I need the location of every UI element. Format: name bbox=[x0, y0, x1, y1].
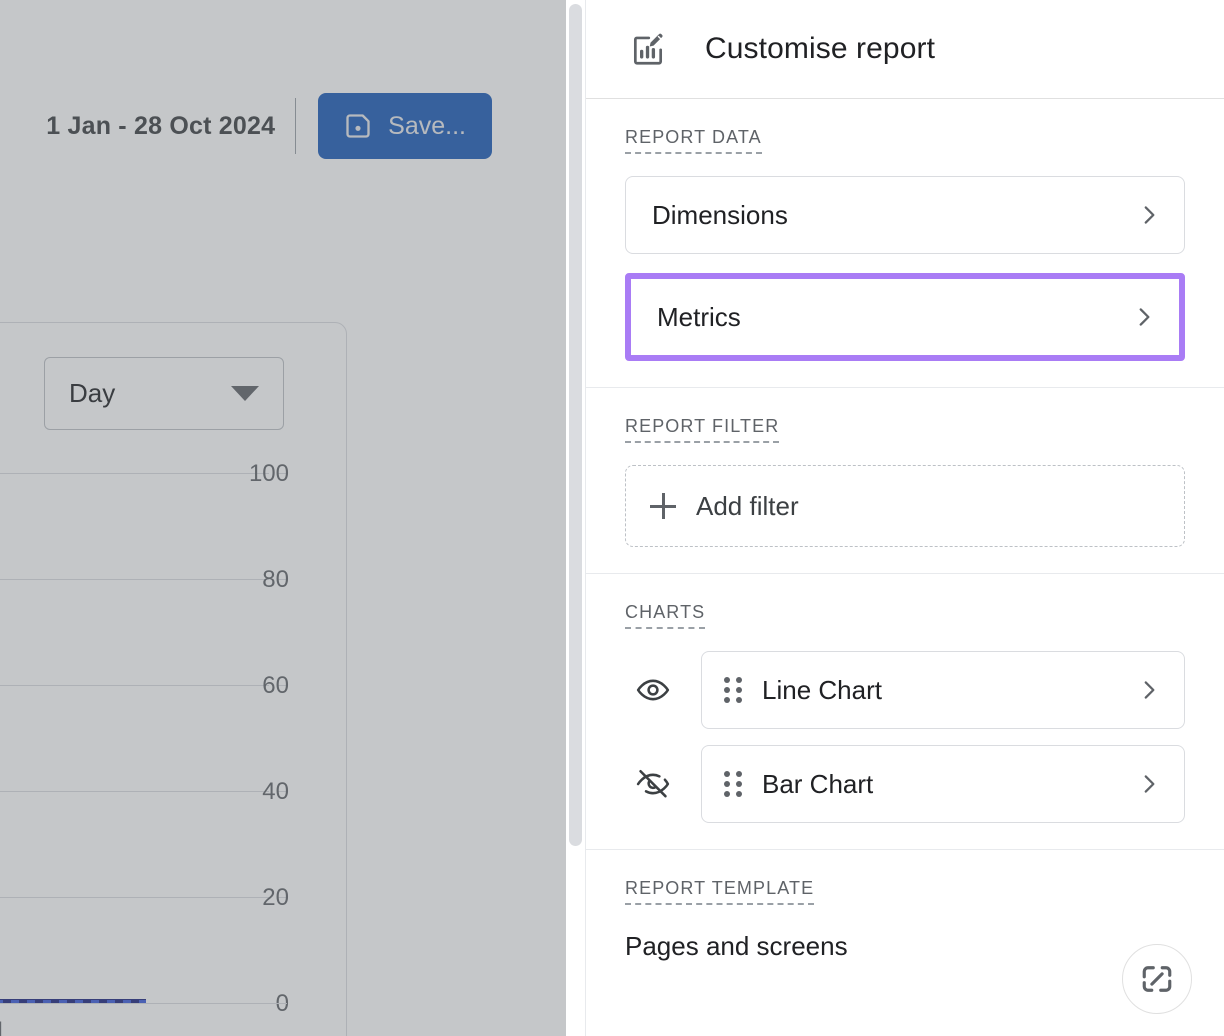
page-title: Customise report bbox=[705, 32, 935, 66]
chart-name-line: Line Chart bbox=[762, 675, 1136, 706]
background-app-area: 1 Jan - 28 Oct 2024 Save... Day 020406 bbox=[0, 0, 585, 1036]
row-dimensions[interactable]: Dimensions bbox=[625, 176, 1185, 254]
chart-card: Day 0 20 40 60 80 100 01 bbox=[0, 322, 347, 1036]
chart-series-2 bbox=[0, 1000, 146, 1003]
date-range-label[interactable]: 1 Jan - 28 Oct 2024 bbox=[46, 112, 275, 141]
screen-root: 1 Jan - 28 Oct 2024 Save... Day 020406 bbox=[0, 0, 1224, 1036]
chart-ytick-label: 80 bbox=[262, 566, 289, 594]
row-metrics-label: Metrics bbox=[657, 302, 1131, 333]
section-report-data: Report data Dimensions Metrics bbox=[586, 99, 1224, 388]
section-charts: Charts Line Chart bbox=[586, 574, 1224, 850]
section-label-report-template: Report template bbox=[625, 878, 814, 905]
report-template-row: Pages and screens bbox=[625, 927, 1185, 962]
chevron-down-icon bbox=[231, 386, 259, 401]
section-label-report-data: Report data bbox=[625, 127, 762, 154]
floppy-disk-icon bbox=[344, 112, 372, 140]
chevron-right-icon bbox=[1136, 771, 1162, 797]
chevron-right-icon bbox=[1136, 677, 1162, 703]
section-label-charts: Charts bbox=[625, 602, 705, 629]
link-icon bbox=[1139, 961, 1175, 997]
metrics-highlight-box: Metrics bbox=[625, 273, 1185, 361]
eye-off-icon bbox=[636, 767, 670, 801]
chart-xtick-label: 01 bbox=[0, 1017, 6, 1036]
chevron-right-icon bbox=[1131, 304, 1157, 330]
eye-icon bbox=[636, 673, 670, 707]
chevron-right-icon bbox=[1136, 202, 1162, 228]
row-metrics[interactable]: Metrics bbox=[631, 279, 1179, 355]
chart-gridline bbox=[0, 579, 269, 580]
section-label-report-filter: Report filter bbox=[625, 416, 779, 443]
add-filter-label: Add filter bbox=[696, 491, 799, 522]
report-template-name: Pages and screens bbox=[625, 931, 848, 962]
plus-icon bbox=[650, 493, 676, 519]
toggle-visibility-bar-chart[interactable] bbox=[625, 756, 681, 812]
chart-name-bar: Bar Chart bbox=[762, 769, 1136, 800]
chart-row-bar: Bar Chart bbox=[625, 745, 1185, 823]
drag-handle-icon[interactable] bbox=[724, 771, 742, 797]
row-dimensions-label: Dimensions bbox=[652, 200, 1136, 231]
chart-card-line[interactable]: Line Chart bbox=[701, 651, 1185, 729]
chart-gridline bbox=[0, 473, 269, 474]
granularity-select[interactable]: Day bbox=[44, 357, 284, 430]
chart-ytick-label: 20 bbox=[262, 884, 289, 912]
chart-ytick-label: 100 bbox=[249, 460, 289, 488]
chart-ytick-label: 40 bbox=[262, 778, 289, 806]
chart-gridline bbox=[0, 897, 269, 898]
chart-ytick-label: 0 bbox=[276, 990, 289, 1018]
toggle-visibility-line-chart[interactable] bbox=[625, 662, 681, 718]
edit-chart-icon bbox=[629, 30, 667, 68]
section-report-filter: Report filter Add filter bbox=[586, 388, 1224, 574]
chart-card-bar[interactable]: Bar Chart bbox=[701, 745, 1185, 823]
chart-gridline bbox=[0, 791, 269, 792]
line-chart-plot: 0 20 40 60 80 100 01 bbox=[0, 451, 347, 1036]
panel-header: Customise report bbox=[586, 0, 1224, 99]
add-filter-button[interactable]: Add filter bbox=[625, 465, 1185, 547]
granularity-label: Day bbox=[69, 378, 231, 409]
customise-report-panel: Customise report Report data Dimensions … bbox=[585, 0, 1224, 1036]
chart-axis-line bbox=[0, 1003, 287, 1004]
drag-handle-icon[interactable] bbox=[724, 677, 742, 703]
chart-gridline bbox=[0, 685, 269, 686]
toolbar-divider bbox=[295, 98, 296, 154]
panel-scrollbar-thumb[interactable] bbox=[569, 4, 582, 846]
save-button-label: Save... bbox=[388, 112, 466, 141]
link-template-button[interactable] bbox=[1122, 944, 1192, 1014]
save-button[interactable]: Save... bbox=[318, 93, 492, 159]
chart-ytick-label: 60 bbox=[262, 672, 289, 700]
report-toolbar: 1 Jan - 28 Oct 2024 Save... bbox=[0, 72, 585, 180]
chart-row-line: Line Chart bbox=[625, 651, 1185, 729]
